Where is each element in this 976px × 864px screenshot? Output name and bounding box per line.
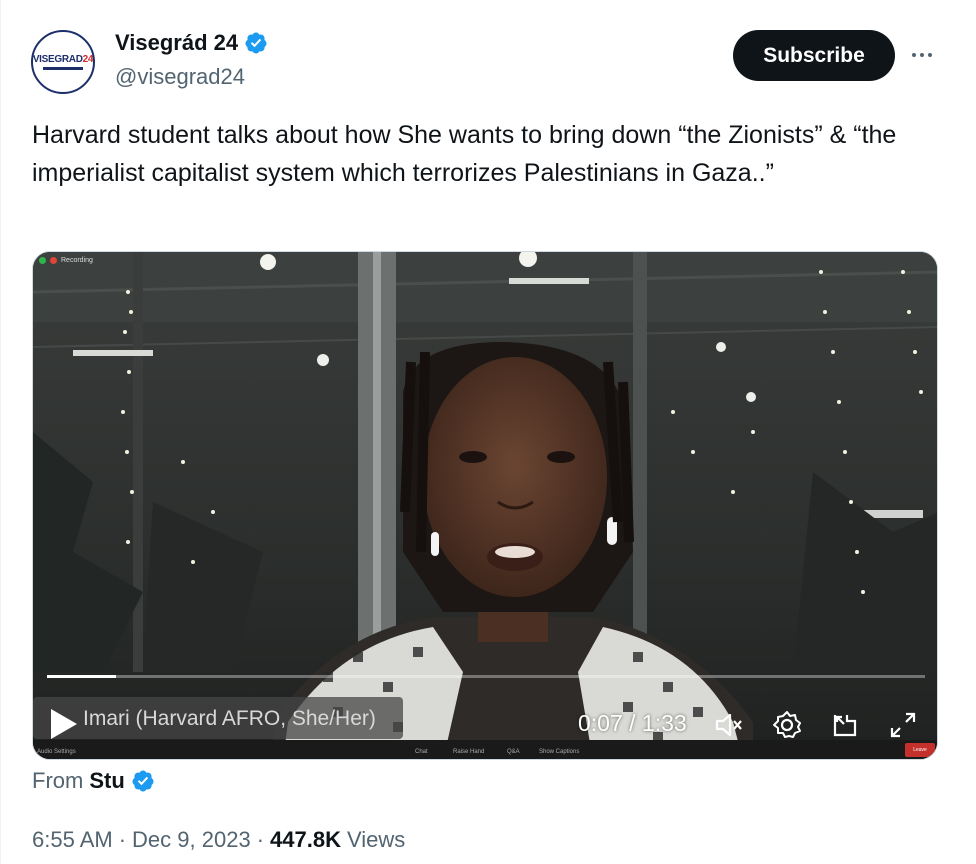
- avatar-logo-bar: [43, 67, 83, 70]
- tweet-time[interactable]: 6:55 AM: [32, 827, 113, 853]
- picture-in-picture-icon[interactable]: [829, 709, 861, 741]
- subscribe-button[interactable]: Subscribe: [733, 30, 895, 81]
- avatar-logo-text: VISEGRAD24: [32, 54, 94, 65]
- media-attribution: From Stu: [32, 768, 155, 794]
- attribution-user[interactable]: Stu: [89, 768, 124, 794]
- status-dot-icon: [39, 257, 46, 264]
- chat-label: Chat: [415, 749, 428, 755]
- participant-name-bar: Imari (Harvard AFRO, She/Her): [33, 697, 403, 739]
- author-handle[interactable]: @visegrad24: [115, 64, 245, 90]
- verified-badge-icon: [132, 770, 154, 792]
- participant-name: Imari (Harvard AFRO, She/Her): [83, 707, 376, 730]
- verified-badge-icon: [245, 32, 267, 54]
- fullscreen-icon[interactable]: [887, 709, 919, 741]
- views-count: 447.8K: [270, 827, 341, 852]
- video-frame: [33, 252, 937, 759]
- settings-gear-icon[interactable]: [771, 709, 803, 741]
- attribution-prefix: From: [32, 768, 84, 793]
- video-progress-bar[interactable]: [47, 675, 925, 678]
- author-avatar[interactable]: VISEGRAD24: [31, 30, 95, 94]
- author-name-row: Visegrád 24: [115, 30, 268, 56]
- views-label: Views: [346, 827, 406, 852]
- captions-label: Show Captions: [539, 749, 580, 755]
- tweet-card: VISEGRAD24 Visegrád 24 @visegrad24 Subsc…: [0, 0, 976, 864]
- mute-icon[interactable]: [713, 709, 745, 741]
- tweet-date[interactable]: Dec 9, 2023: [132, 827, 251, 853]
- meta-separator: ·: [256, 827, 265, 852]
- record-dot-icon: [50, 257, 57, 264]
- audio-settings-label: Audio Settings: [37, 749, 76, 755]
- meta-separator: ·: [118, 827, 127, 852]
- tweet-text: Harvard student talks about how She want…: [32, 121, 897, 187]
- author-display-name[interactable]: Visegrád 24: [115, 30, 238, 56]
- video-time: 0:07 / 1:33: [578, 710, 687, 736]
- leave-label: Leave: [905, 743, 935, 757]
- recording-indicator: Recording: [39, 257, 93, 264]
- video-player[interactable]: Recording Imari (Harvard AFRO, She/Her) …: [32, 251, 938, 760]
- recording-label: Recording: [61, 257, 93, 264]
- meeting-toolbar: Audio Settings Chat Raise Hand Q&A Show …: [33, 740, 937, 759]
- more-options-icon[interactable]: [905, 40, 939, 70]
- video-progress-fill: [47, 675, 117, 678]
- qa-label: Q&A: [507, 749, 520, 755]
- play-icon[interactable]: [49, 707, 79, 741]
- tweet-meta: 6:55 AM · Dec 9, 2023 · 447.8K Views: [32, 827, 405, 853]
- raise-hand-label: Raise Hand: [453, 749, 485, 755]
